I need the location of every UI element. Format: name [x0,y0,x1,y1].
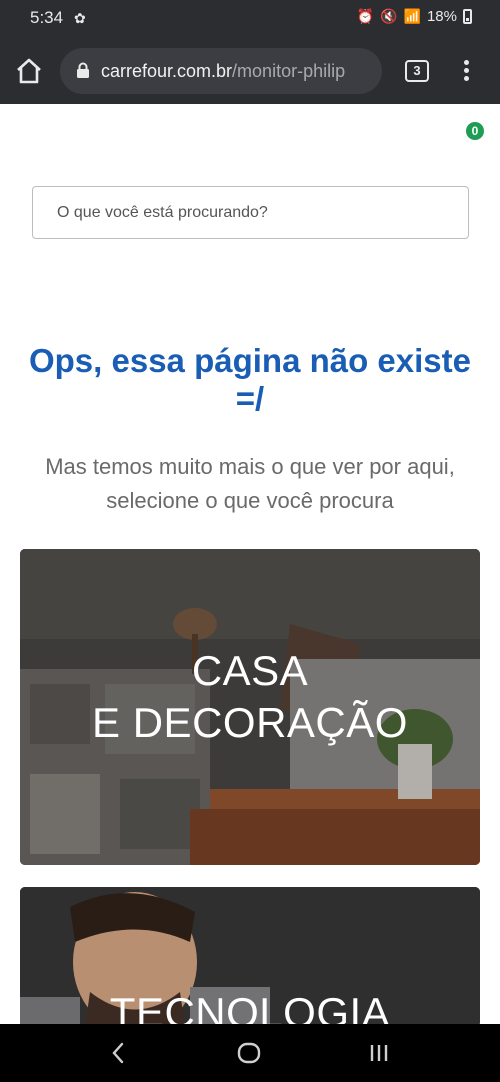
status-bar: 5:34 ✿ ⏰ 🔇 📶 18% [0,0,500,38]
system-nav-bar [0,1024,500,1082]
address-bar[interactable]: carrefour.com.br/monitor-philip [60,48,382,94]
home-nav-icon[interactable] [235,1040,263,1066]
search-input[interactable] [33,187,468,238]
search-box [32,186,469,239]
mute-icon: 🔇 [380,8,398,24]
url-domain: carrefour.com.br [101,61,233,81]
back-icon[interactable] [105,1040,133,1066]
category-label-line2: E DECORAÇÃO [92,699,408,746]
alarm-icon: ⏰ [356,8,375,24]
browser-toolbar: carrefour.com.br/monitor-philip 3 [0,38,500,104]
wifi-icon: 📶 [403,8,421,24]
category-label-line1: CASA [191,647,309,694]
error-title: Ops, essa página não existe =/ [28,342,472,417]
cart-count-badge[interactable]: 0 [466,122,484,140]
category-card-casa-decoracao[interactable]: CASA E DECORAÇÃO [20,549,480,865]
error-subtitle: Mas temos muito mais o que ver por aqui,… [45,454,455,513]
status-time: 5:34 [30,8,64,27]
url-path: /monitor-philip [232,61,346,81]
recent-apps-icon[interactable] [365,1040,393,1066]
status-indicators: ⏰ 🔇 📶 18% [357,8,472,25]
category-card-tecnologia[interactable]: TECNOLOGIA [20,887,480,1027]
notification-icon: ✿ [74,10,86,26]
url-text: carrefour.com.br/monitor-philip [101,61,345,82]
battery-percent: 18% [426,8,457,25]
tab-switcher-button[interactable]: 3 [405,60,429,82]
category-label-tecnologia: TECNOLOGIA [109,989,391,1027]
lock-icon [77,62,89,78]
battery-icon [463,9,472,24]
category-label-casa: CASA E DECORAÇÃO [20,645,480,749]
home-icon[interactable] [14,56,44,86]
menu-icon[interactable] [456,58,476,84]
